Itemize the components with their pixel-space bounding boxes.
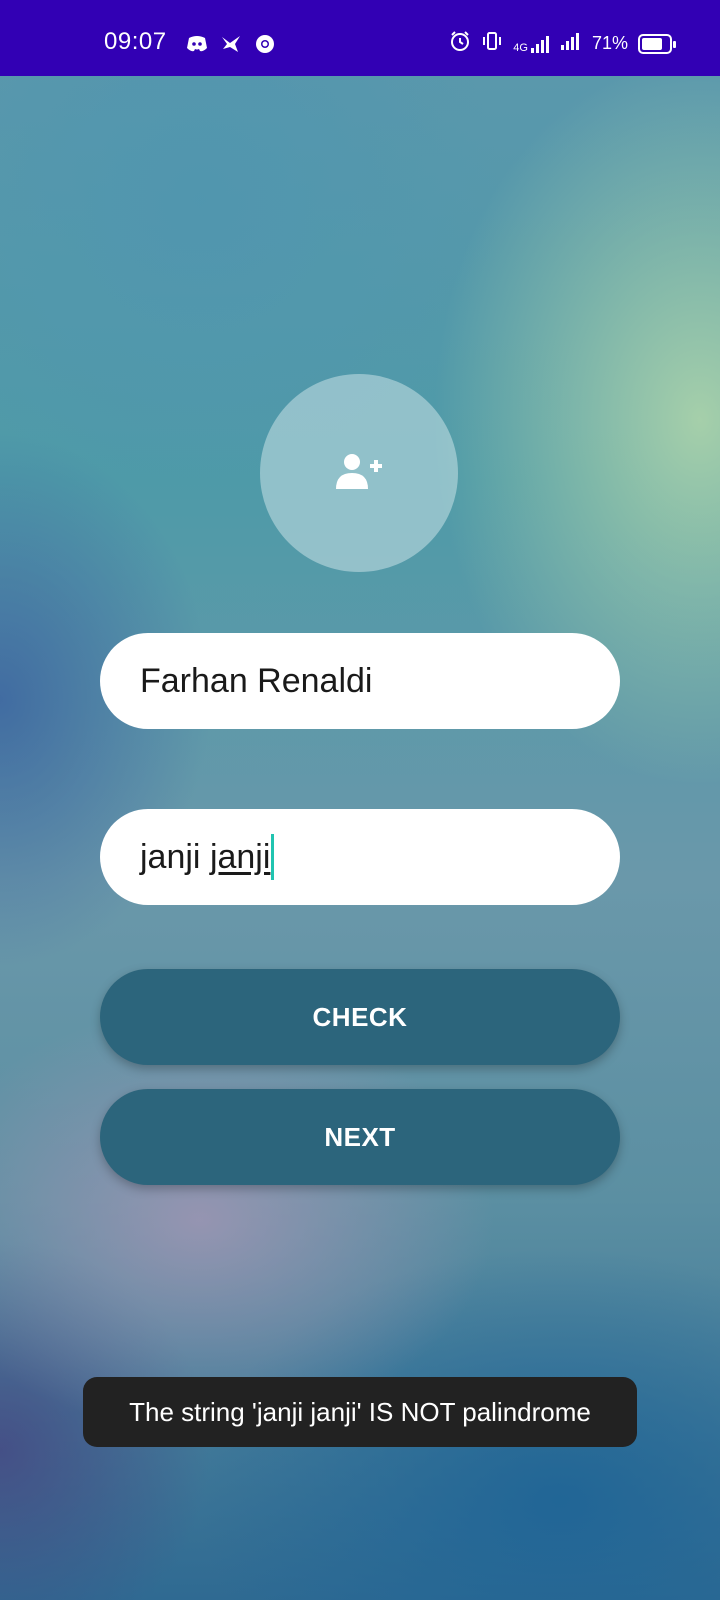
- palindrome-text-composing: janji: [209, 837, 271, 876]
- name-input[interactable]: Farhan Renaldi: [100, 633, 620, 729]
- toast-message: The string 'janji janji' IS NOT palindro…: [83, 1377, 637, 1447]
- battery-level-fill: [642, 37, 662, 50]
- palindrome-text-prefix: janji: [140, 837, 210, 876]
- palindrome-input[interactable]: janji janji: [100, 809, 620, 905]
- alarm-icon: [449, 30, 471, 57]
- discord-icon: [186, 34, 208, 54]
- vibrate-icon: [481, 30, 503, 57]
- status-bar: 09:07 4G 71%: [0, 0, 720, 76]
- name-input-value: Farhan Renaldi: [140, 661, 373, 700]
- next-button[interactable]: NEXT: [100, 1089, 620, 1185]
- status-time: 09:07: [104, 28, 167, 55]
- notification-icons: [186, 34, 276, 54]
- signal-icon: [560, 31, 582, 56]
- check-button[interactable]: CHECK: [100, 969, 620, 1065]
- chrome-icon: [254, 34, 276, 54]
- add-user-avatar-button[interactable]: [260, 374, 458, 572]
- signal-4g-icon: 4G: [513, 34, 550, 54]
- battery-icon: [638, 33, 676, 54]
- text-cursor: [271, 834, 275, 880]
- network-type-label: 4G: [513, 41, 528, 54]
- add-user-icon: [334, 451, 384, 496]
- palindrome-input-value: janji janji: [140, 838, 270, 877]
- bird-app-icon: [220, 34, 242, 54]
- battery-percent: 71%: [591, 33, 628, 53]
- background-gradient: [0, 0, 720, 1600]
- system-indicators: 4G 71%: [449, 30, 676, 57]
